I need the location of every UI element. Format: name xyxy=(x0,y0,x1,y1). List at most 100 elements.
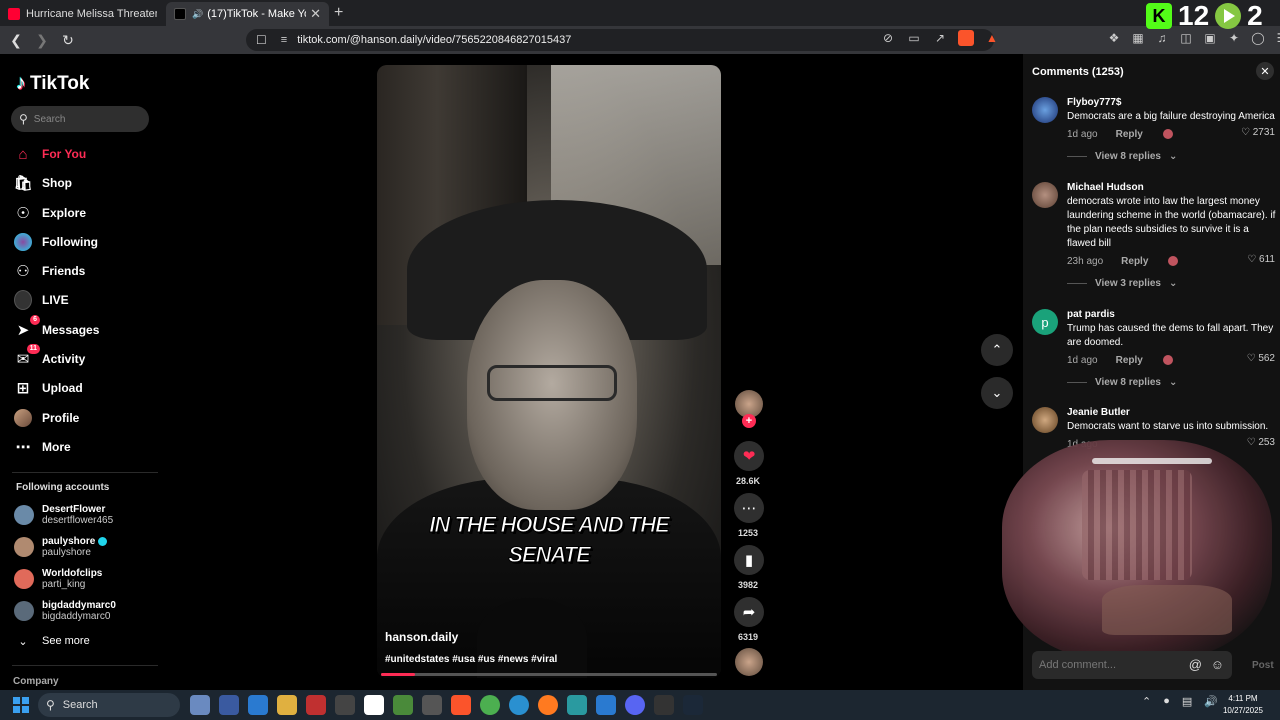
comment-like-button[interactable]: ♡ 562 xyxy=(1247,353,1275,364)
firefox-icon[interactable] xyxy=(538,695,558,715)
nav-profile[interactable]: Profile xyxy=(14,407,79,429)
site-info-icon[interactable]: ≡ xyxy=(281,34,287,46)
post-comment-button[interactable]: Post xyxy=(1252,660,1274,671)
microphone-icon[interactable]: ● xyxy=(1163,695,1170,708)
brave-icon[interactable] xyxy=(451,695,471,715)
windows-start-icon[interactable] xyxy=(13,697,29,713)
comment-like-button[interactable]: ♡ 2731 xyxy=(1241,127,1275,138)
comment-author[interactable]: Michael Hudson xyxy=(1067,182,1277,193)
see-more-button[interactable]: ⌄ See more xyxy=(14,630,89,652)
steam-icon[interactable] xyxy=(683,695,703,715)
like-button[interactable]: ❤ xyxy=(734,441,764,471)
edge-icon[interactable] xyxy=(509,695,529,715)
video-username[interactable]: hanson.daily xyxy=(385,630,458,644)
browser-tab-youtube[interactable]: Hurricane Melissa Threatens Jamaica xyxy=(0,2,165,26)
nav-following[interactable]: Following xyxy=(14,231,98,253)
system-clock[interactable]: 4:11 PM 10/27/2025 xyxy=(1222,693,1264,717)
previous-video-button[interactable]: ⌃ xyxy=(981,334,1013,366)
nav-friends[interactable]: ⚇ Friends xyxy=(14,260,85,282)
search-input[interactable]: ⚲ Search xyxy=(11,106,149,132)
menu-icon[interactable]: ☰ xyxy=(1274,30,1280,46)
media-off-icon[interactable]: ⊘ xyxy=(880,30,896,46)
browser-tab-tiktok[interactable]: 🔊 (17)TikTok - Make Your Day ✕ xyxy=(166,2,329,26)
nav-activity[interactable]: ✉ 11 Activity xyxy=(14,344,85,370)
app-icon[interactable] xyxy=(422,695,442,715)
emoji-icon[interactable]: ☺ xyxy=(1211,657,1224,672)
chrome-icon[interactable] xyxy=(480,695,500,715)
nav-for-you[interactable]: ⌂ For You xyxy=(14,143,86,165)
app-icon[interactable] xyxy=(219,695,239,715)
avatar[interactable] xyxy=(1032,97,1058,123)
app-icon[interactable] xyxy=(393,695,413,715)
share-icon[interactable]: ↗ xyxy=(932,30,948,46)
close-tab-icon[interactable]: ✕ xyxy=(310,6,321,22)
view-replies-button[interactable]: View 8 replies ⌄ xyxy=(1067,377,1277,388)
comment-author[interactable]: pat pardis xyxy=(1067,309,1277,320)
new-tab-button[interactable]: + xyxy=(334,4,343,22)
comment-like-button[interactable]: ♡ 253 xyxy=(1247,437,1275,448)
brave-shield-icon[interactable] xyxy=(958,30,974,46)
leo-ai-icon[interactable]: ✦ xyxy=(1226,30,1242,46)
close-comments-button[interactable]: ✕ xyxy=(1256,62,1274,80)
follow-plus-icon[interactable]: + xyxy=(742,414,756,428)
mention-icon[interactable]: @ xyxy=(1189,657,1202,672)
reply-button[interactable]: Reply xyxy=(1116,355,1143,366)
nav-messages[interactable]: ➤ 6 Messages xyxy=(14,315,99,341)
reply-button[interactable]: Reply xyxy=(1116,129,1143,140)
comment-author[interactable]: Flyboy777$ xyxy=(1067,97,1277,108)
app-icon[interactable] xyxy=(248,695,268,715)
company-link[interactable]: Company xyxy=(13,676,59,687)
sidebar-toggle-icon[interactable]: ◫ xyxy=(1178,30,1194,46)
following-account[interactable]: Worldofclips parti_king xyxy=(14,568,102,590)
save-button[interactable]: ▮ xyxy=(734,545,764,575)
sound-avatar[interactable] xyxy=(735,648,763,676)
music-icon[interactable]: ♫ xyxy=(1154,30,1170,46)
video-progress-bar[interactable] xyxy=(381,673,717,676)
forward-icon[interactable]: ❯ xyxy=(32,30,52,50)
vscode-icon[interactable] xyxy=(596,695,616,715)
comment-author[interactable]: Jeanie Butler xyxy=(1067,407,1277,418)
taskbar-search[interactable]: ⚲ Search xyxy=(38,693,180,717)
volume-icon[interactable]: 🔊 xyxy=(1204,695,1218,708)
back-icon[interactable]: ❮ xyxy=(6,30,26,50)
comment-button[interactable]: ⋯ xyxy=(734,493,764,523)
extensions-icon[interactable]: ❖ xyxy=(1106,30,1122,46)
reload-icon[interactable]: ↻ xyxy=(58,30,78,50)
nav-explore[interactable]: ☉ Explore xyxy=(14,202,86,224)
app-icon[interactable] xyxy=(335,695,355,715)
app-icon[interactable] xyxy=(364,695,384,715)
screenshot-icon[interactable]: ▦ xyxy=(1130,30,1146,46)
app-icon[interactable] xyxy=(567,695,587,715)
vpn-icon[interactable]: ◯ xyxy=(1250,30,1266,46)
network-icon[interactable]: ▤ xyxy=(1182,695,1192,708)
cast-icon[interactable]: ▭ xyxy=(906,30,922,46)
add-comment-input[interactable]: Add comment... @ ☺ xyxy=(1032,651,1232,679)
bookmark-icon[interactable]: ☐ xyxy=(256,33,267,47)
nav-more[interactable]: ⋯ More xyxy=(14,436,71,458)
tiktok-logo[interactable]: ♪ TikTok xyxy=(16,72,89,95)
app-icon[interactable] xyxy=(654,695,674,715)
following-account[interactable]: paulyshore paulyshore xyxy=(14,536,108,558)
view-replies-button[interactable]: View 3 replies ⌄ xyxy=(1067,278,1277,289)
brave-rewards-icon[interactable]: ▲ xyxy=(984,30,1000,46)
video-hashtags[interactable]: #unitedstates #usa #us #news #viral xyxy=(385,654,557,665)
nav-upload[interactable]: ⊞ Upload xyxy=(14,377,83,399)
view-replies-button[interactable]: View 8 replies ⌄ xyxy=(1067,151,1277,162)
video-player[interactable]: IN THE HOUSE AND THE SENATE hanson.daily… xyxy=(377,65,721,678)
app-icon[interactable] xyxy=(306,695,326,715)
app-icon[interactable] xyxy=(190,695,210,715)
file-explorer-icon[interactable] xyxy=(277,695,297,715)
chevron-up-icon[interactable]: ⌃ xyxy=(1142,695,1151,708)
avatar[interactable] xyxy=(1032,407,1058,433)
next-video-button[interactable]: ⌄ xyxy=(981,377,1013,409)
discord-icon[interactable] xyxy=(625,695,645,715)
following-account[interactable]: bigdaddymarc0 bigdaddymarc0 xyxy=(14,600,116,622)
avatar[interactable]: p xyxy=(1032,309,1058,335)
following-account[interactable]: DesertFlower desertflower465 xyxy=(14,504,113,526)
share-button[interactable]: ➦ xyxy=(734,597,764,627)
nav-live[interactable]: LIVE xyxy=(14,289,69,311)
comment-like-button[interactable]: ♡ 611 xyxy=(1247,254,1275,265)
wallet-icon[interactable]: ▣ xyxy=(1202,30,1218,46)
reply-button[interactable]: Reply xyxy=(1121,256,1148,267)
avatar[interactable] xyxy=(1032,182,1058,208)
